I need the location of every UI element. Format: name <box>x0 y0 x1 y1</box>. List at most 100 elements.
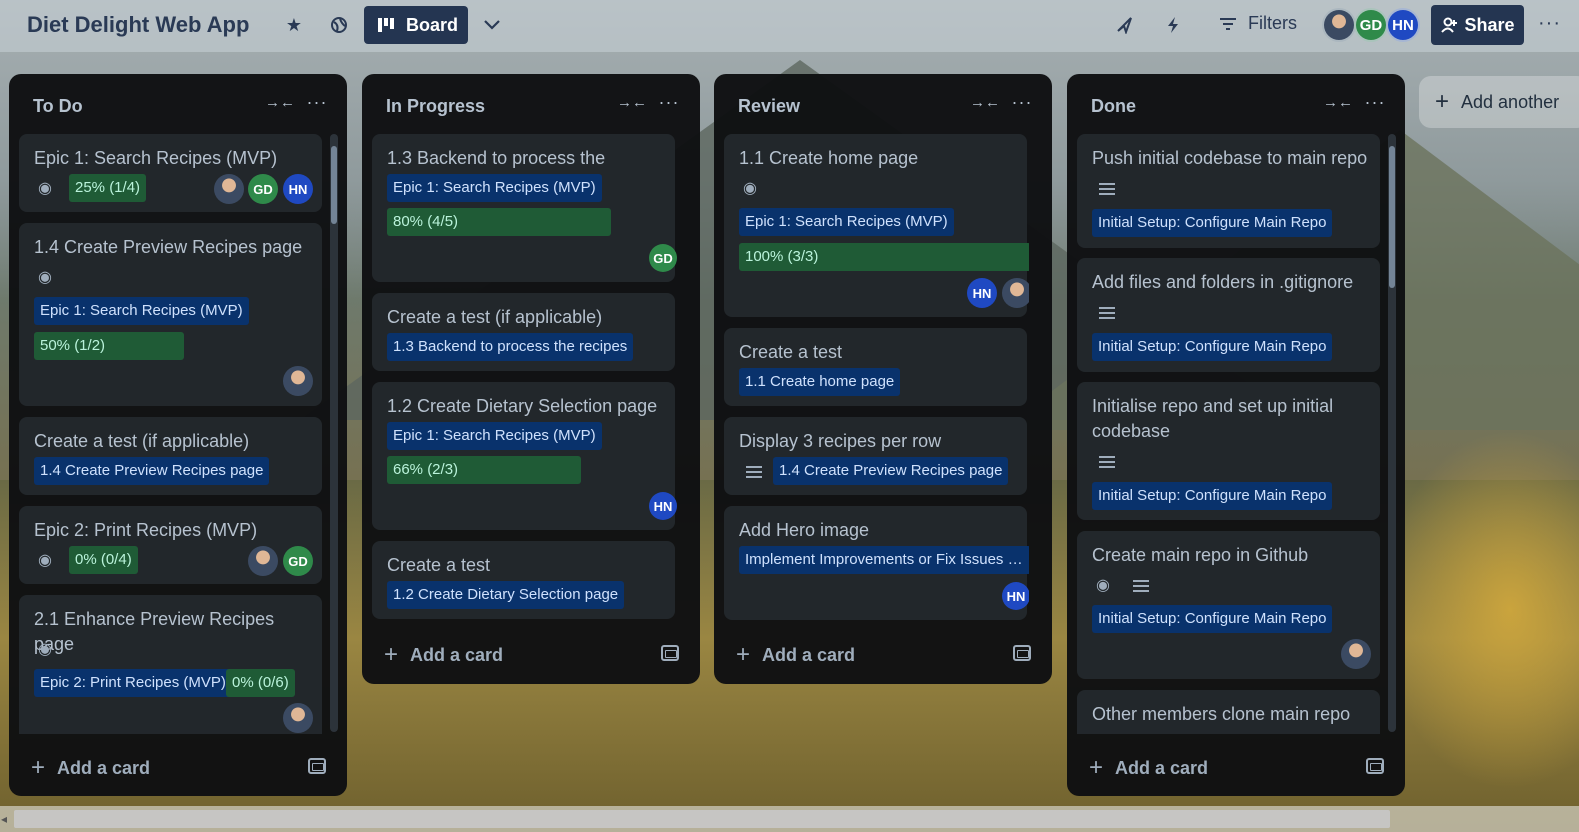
card-label: Initial Setup: Configure Main Repo <box>1092 333 1333 361</box>
list-title[interactable]: In Progress <box>386 96 485 117</box>
member-avatar-hn[interactable]: HN <box>1386 8 1420 42</box>
card[interactable]: 1.3 Backend to process the recipes Epic … <box>372 134 677 282</box>
card[interactable]: 1.2 Create Dietary Selection page Epic 1… <box>372 382 677 530</box>
card[interactable]: Push initial codebase to main repo Initi… <box>1077 134 1380 248</box>
power-ups-rocket-icon[interactable] <box>1111 12 1137 38</box>
list-more-icon[interactable]: ··· <box>1363 92 1387 112</box>
card[interactable]: Add files and folders in .gitignore Init… <box>1077 258 1380 372</box>
card[interactable]: Create main repo in Github ◉ Initial Set… <box>1077 531 1380 679</box>
create-from-template-icon[interactable] <box>308 758 326 774</box>
chevron-down-icon[interactable] <box>479 12 505 38</box>
board-title[interactable]: Diet Delight Web App <box>27 12 249 38</box>
card-member-avatar-gd[interactable]: GD <box>248 174 278 204</box>
scrollbar-thumb[interactable] <box>14 810 1390 828</box>
card-member-avatar-hn[interactable]: HN <box>1002 582 1029 610</box>
visibility-globe-icon[interactable] <box>326 12 352 38</box>
list-review: Review →← ··· 1.1 Create home page ◉ Epi… <box>714 74 1052 684</box>
card[interactable]: Create a test (if applicable) 1.3 Backen… <box>372 293 675 371</box>
add-another-list-button[interactable]: + Add another <box>1419 76 1579 128</box>
card-title: 2.1 Enhance Preview Recipes page <box>34 609 275 654</box>
collapse-list-icon[interactable]: →← <box>1323 94 1353 114</box>
card-label: 1.4 Create Preview Recipes page <box>773 457 1009 485</box>
card-member-avatar-photo[interactable] <box>248 546 278 576</box>
description-icon <box>1099 307 1115 319</box>
card-label: Initial Setup: Configure Main Repo <box>1092 482 1333 510</box>
collapse-list-icon[interactable]: →← <box>970 94 1000 114</box>
card-label: Initial Setup: Configure Main Repo <box>1092 605 1333 633</box>
card-label: Epic 1: Search Recipes (MVP) <box>387 422 602 450</box>
card-member-avatar-photo[interactable] <box>214 174 244 204</box>
card-member-avatar-photo[interactable] <box>1002 278 1029 308</box>
card-title: Add Hero image <box>739 520 870 540</box>
watch-eye-icon: ◉ <box>38 180 52 197</box>
share-button[interactable]: Share <box>1431 5 1524 45</box>
watch-eye-icon: ◉ <box>38 269 52 286</box>
card-title: Epic 1: Search Recipes (MVP) <box>34 148 278 168</box>
card[interactable]: Create a test 1.2 Create Dietary Selecti… <box>372 541 675 619</box>
card-member-avatar-gd[interactable]: GD <box>283 546 313 576</box>
list-more-icon[interactable]: ··· <box>305 92 329 112</box>
card-label: Initial Setup: Configure Main Repo <box>1092 209 1333 237</box>
board-members: GD HN <box>1322 8 1420 42</box>
card-label: 1.2 Create Dietary Selection page <box>387 581 625 609</box>
list-title[interactable]: Done <box>1091 96 1136 117</box>
card-member-avatar-gd[interactable]: GD <box>649 244 677 272</box>
star-icon[interactable]: ★ <box>281 12 307 38</box>
member-avatar-gd[interactable]: GD <box>1354 8 1388 42</box>
board-view-label: Board <box>406 14 459 35</box>
card[interactable]: 1.4 Create Preview Recipes page ◉ Epic 1… <box>19 223 322 406</box>
collapse-list-icon[interactable]: →← <box>265 94 295 114</box>
card-title: Push initial codebase to main repo <box>1092 148 1368 168</box>
add-card-label: Add a card <box>57 757 151 778</box>
list-scrollbar[interactable] <box>1388 134 1396 732</box>
board-menu-more-icon[interactable]: ··· <box>1538 12 1561 35</box>
card-title: Create a test <box>387 555 491 575</box>
scroll-left-arrow-icon[interactable]: ◂ <box>1 812 7 826</box>
create-from-template-icon[interactable] <box>661 645 679 661</box>
card-title: Create a test (if applicable) <box>387 307 603 327</box>
card-member-avatar-hn[interactable]: HN <box>649 492 677 520</box>
card[interactable]: Epic 2: Print Recipes (MVP) ◉ 0% (0/4) G… <box>19 506 322 584</box>
filters-button[interactable]: Filters <box>1220 13 1297 34</box>
card-label: 1.3 Backend to process the recipes <box>387 333 634 361</box>
card[interactable]: Initialise repo and set up initial codeb… <box>1077 382 1380 520</box>
list-title[interactable]: To Do <box>33 96 83 117</box>
board-view-button[interactable]: Board <box>364 6 468 44</box>
add-card-button[interactable]: + Add a card <box>384 641 503 669</box>
plus-icon: + <box>384 641 399 668</box>
board-horizontal-scrollbar[interactable]: ◂ <box>0 806 1579 832</box>
list-scrollbar[interactable] <box>330 134 338 732</box>
create-from-template-icon[interactable] <box>1013 645 1031 661</box>
card-member-avatar-photo[interactable] <box>1341 639 1371 669</box>
card-member-avatar-hn[interactable]: HN <box>283 174 313 204</box>
card[interactable]: 1.1 Create home page ◉ Epic 1: Search Re… <box>724 134 1029 317</box>
add-card-button[interactable]: + Add a card <box>31 754 150 782</box>
list-more-icon[interactable]: ··· <box>657 92 681 112</box>
description-icon <box>1099 456 1115 468</box>
card[interactable]: Create a test 1.1 Create home page <box>724 328 1027 406</box>
create-from-template-icon[interactable] <box>1366 758 1384 774</box>
add-card-button[interactable]: + Add a card <box>736 641 855 669</box>
list-more-icon[interactable]: ··· <box>1010 92 1034 112</box>
card[interactable]: Display 3 recipes per row 1.4 Create Pre… <box>724 417 1027 495</box>
card-title: Create a test <box>739 342 843 362</box>
card[interactable]: 2.1 Enhance Preview Recipes page ◉ Epic … <box>19 595 322 734</box>
add-card-label: Add a card <box>1115 757 1209 778</box>
checklist-progress-badge: 100% (3/3) <box>739 243 1029 271</box>
add-card-button[interactable]: + Add a card <box>1089 754 1208 782</box>
list-title[interactable]: Review <box>738 96 800 117</box>
card-member-avatar-hn[interactable]: HN <box>967 278 997 308</box>
member-avatar-photo[interactable] <box>1322 8 1356 42</box>
automation-lightning-icon[interactable] <box>1160 12 1186 38</box>
card[interactable]: Add Hero image Implement Improvements or… <box>724 506 1029 620</box>
checklist-progress-badge: 66% (2/3) <box>387 456 581 484</box>
list-done: Done →← ··· Push initial codebase to mai… <box>1067 74 1405 796</box>
card[interactable]: Create a test (if applicable) 1.4 Create… <box>19 417 322 495</box>
card[interactable]: Other members clone main repo <box>1077 690 1380 734</box>
card-member-avatar-photo[interactable] <box>283 366 313 396</box>
card-title: Create a test (if applicable) <box>34 431 250 451</box>
card[interactable]: Epic 1: Search Recipes (MVP) ◉ 25% (1/4)… <box>19 134 322 212</box>
card-member-avatar-photo[interactable] <box>283 703 313 733</box>
add-member-icon <box>1441 17 1458 33</box>
collapse-list-icon[interactable]: →← <box>617 94 647 114</box>
